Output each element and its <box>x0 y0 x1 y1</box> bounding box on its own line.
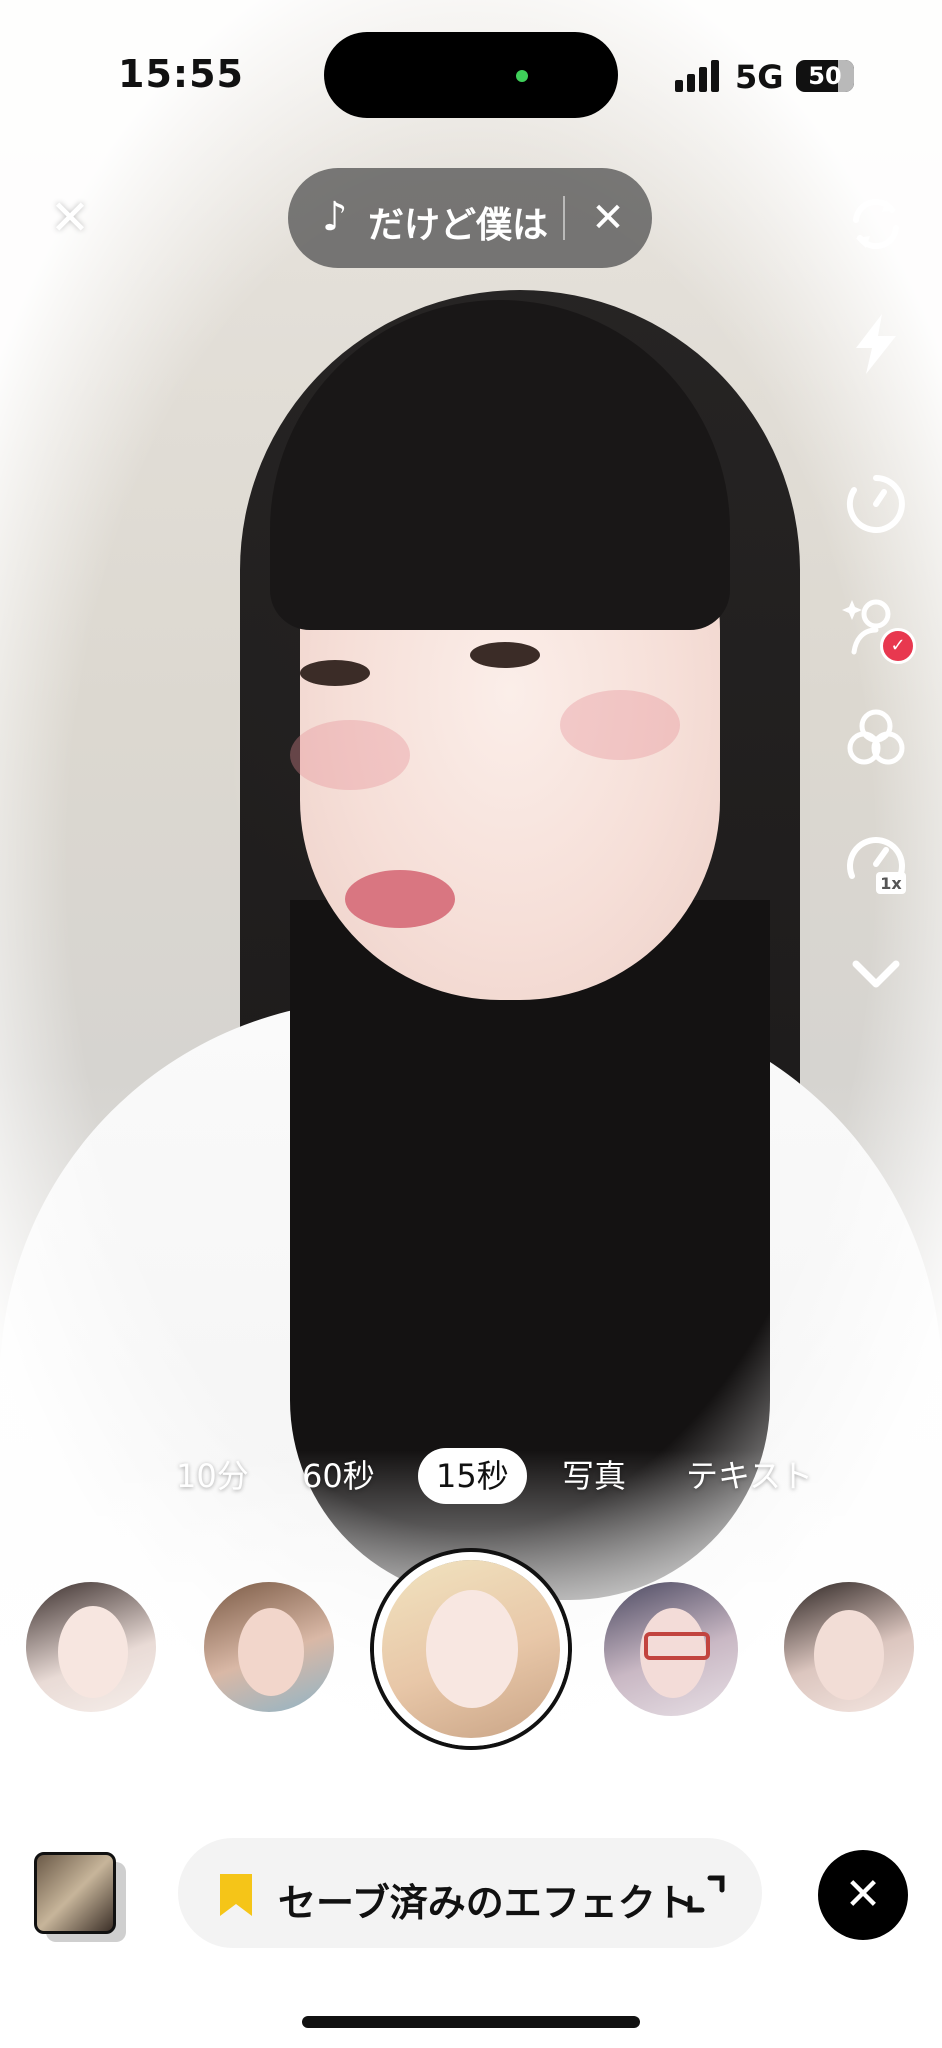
flash-icon[interactable] <box>842 310 910 378</box>
effect-thumbnail-selected[interactable] <box>374 1552 568 1746</box>
beauty-active-badge: ✓ <box>880 628 916 664</box>
battery-level: 50 <box>808 62 842 90</box>
mode-tab-15sec[interactable]: 15秒 <box>418 1448 527 1504</box>
mode-tab-photo[interactable]: 写真 <box>562 1448 626 1504</box>
gallery-thumbnail <box>34 1852 116 1934</box>
close-effects-button[interactable]: ✕ <box>818 1850 908 1940</box>
effect-thumbnail[interactable] <box>604 1582 738 1716</box>
capture-mode-tabs: 10分 60秒 15秒 写真 テキスト <box>0 1448 942 1508</box>
close-camera-button[interactable]: ✕ <box>44 192 96 244</box>
speed-label: 1x <box>880 874 902 893</box>
bookmark-icon <box>220 1874 252 1916</box>
status-time: 15:55 <box>118 52 244 96</box>
network-type: 5G <box>735 58 784 96</box>
camera-in-use-indicator <box>516 70 528 82</box>
mode-tab-10min[interactable]: 10分 <box>176 1448 249 1504</box>
saved-effects-button[interactable]: セーブ済みのエフェクト <box>178 1838 762 1948</box>
music-note-icon: ♪ <box>322 194 348 240</box>
divider <box>563 196 565 240</box>
camera-preview[interactable] <box>0 0 942 1790</box>
battery-icon: 50 <box>796 60 854 92</box>
cellular-signal-icon <box>675 60 723 92</box>
sound-title[interactable]: だけど僕は <box>368 196 548 248</box>
gallery-upload-button[interactable] <box>34 1852 126 1942</box>
home-indicator[interactable] <box>302 2016 640 2028</box>
filters-icon[interactable] <box>842 704 910 772</box>
speed-icon[interactable]: 1x <box>842 826 910 894</box>
effect-thumbnail[interactable] <box>784 1582 914 1712</box>
dynamic-island <box>324 32 618 118</box>
mode-tab-text[interactable]: テキスト <box>686 1448 813 1504</box>
effect-thumbnail[interactable] <box>26 1582 156 1712</box>
status-bar: 15:55 5G 50 <box>0 0 942 150</box>
remove-sound-button[interactable]: ✕ <box>582 190 634 246</box>
timer-icon[interactable] <box>842 470 910 538</box>
expand-icon <box>687 1875 725 1913</box>
flip-camera-icon[interactable] <box>842 190 910 258</box>
more-chevron-icon[interactable] <box>842 940 910 1008</box>
mode-tab-60sec[interactable]: 60秒 <box>302 1448 375 1504</box>
selected-sound-pill[interactable]: ♪ だけど僕は ✕ <box>288 168 652 268</box>
saved-effects-label: セーブ済みのエフェクト <box>278 1881 694 1925</box>
beauty-icon[interactable]: ✓ <box>842 590 916 664</box>
effect-thumbnail[interactable] <box>204 1582 334 1712</box>
